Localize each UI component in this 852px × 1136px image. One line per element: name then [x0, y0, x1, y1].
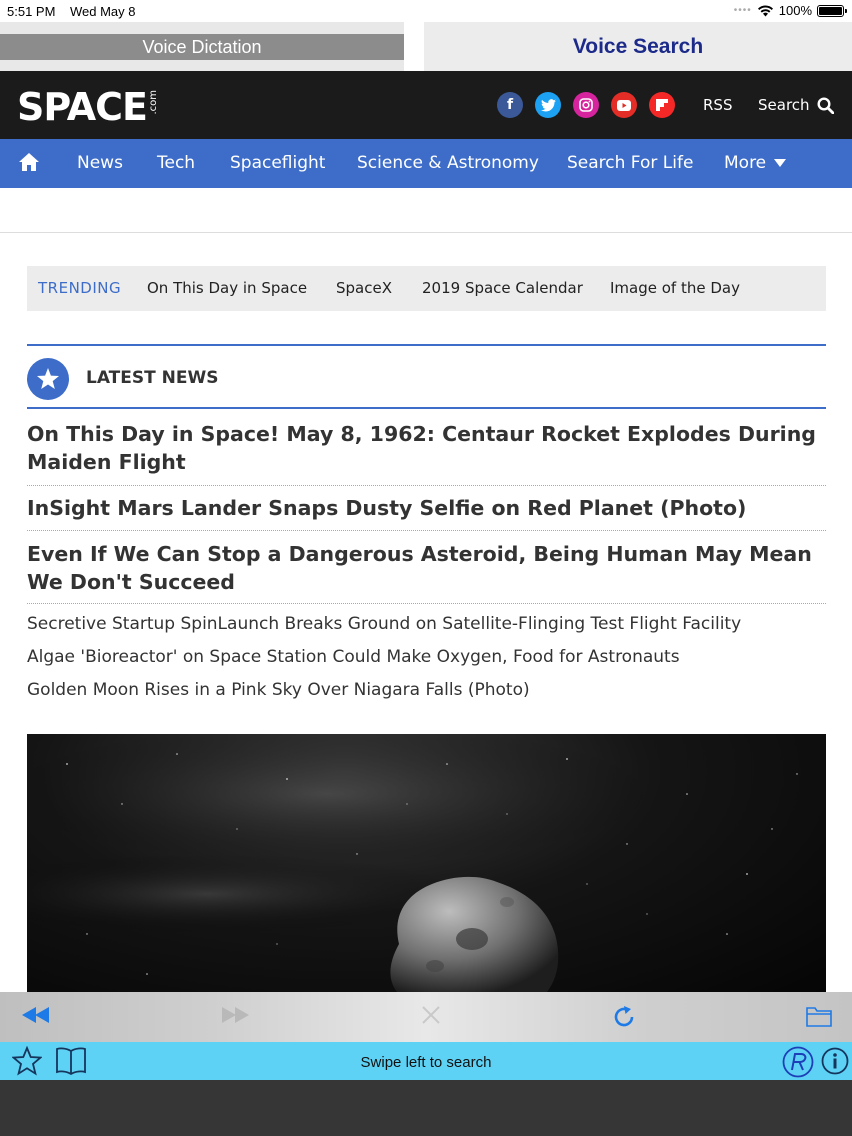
wifi-icon — [757, 5, 773, 17]
voice-tabs: Voice Dictation Voice Search — [0, 22, 852, 71]
battery-icon — [817, 4, 847, 17]
nav-spaceflight[interactable]: Spaceflight — [230, 153, 325, 173]
close-icon[interactable] — [421, 1005, 441, 1025]
social-links: f — [497, 92, 675, 118]
logo-suffix: .com — [148, 90, 159, 115]
swipe-message: Swipe left to search — [360, 1054, 492, 1071]
nav-news[interactable]: News — [77, 153, 123, 173]
home-icon[interactable] — [18, 152, 40, 172]
logo-wordmark: SPACE — [17, 85, 148, 129]
r-logo-icon[interactable] — [782, 1046, 814, 1078]
divider — [27, 530, 826, 531]
browser-toolbar — [0, 992, 852, 1042]
status-bar: 5:51 PM Wed May 8 •••• 100% — [0, 0, 852, 22]
nav-tech[interactable]: Tech — [157, 153, 195, 173]
asteroid-image[interactable] — [27, 734, 826, 992]
trending-link[interactable]: Image of the Day — [610, 279, 740, 297]
twitter-icon[interactable] — [535, 92, 561, 118]
caret-down-icon — [773, 159, 786, 167]
status-date: Wed May 8 — [70, 4, 136, 19]
nav-more[interactable]: More — [724, 153, 786, 173]
swipe-bar: Swipe left to search — [0, 1042, 852, 1080]
signal-dots-icon: •••• — [733, 5, 752, 16]
nav-science-astronomy[interactable]: Science & Astronomy — [357, 153, 539, 173]
info-icon[interactable] — [820, 1046, 850, 1076]
nav-more-label: More — [724, 153, 767, 173]
voice-dictation-tab[interactable]: Voice Dictation — [0, 34, 404, 60]
space-logo[interactable]: SPACE .com — [17, 87, 159, 127]
latest-news-header: LATEST NEWS — [27, 344, 826, 409]
ad-space — [0, 188, 852, 233]
headline-link[interactable]: On This Day in Space! May 8, 1962: Centa… — [27, 420, 826, 476]
status-time: 5:51 PM — [7, 4, 56, 19]
nav-search-for-life[interactable]: Search For Life — [567, 153, 693, 173]
status-right: •••• 100% — [733, 3, 847, 18]
forward-icon[interactable] — [221, 1005, 249, 1025]
star-icon — [27, 358, 69, 400]
rss-link[interactable]: RSS — [703, 96, 732, 114]
reload-icon[interactable] — [612, 1005, 636, 1029]
headline-link[interactable]: Even If We Can Stop a Dangerous Asteroid… — [27, 540, 826, 596]
trending-bar: TRENDING On This Day in Space SpaceX 201… — [27, 266, 826, 311]
divider — [27, 485, 826, 486]
bottom-dark-area — [0, 1080, 852, 1136]
latest-news-title: LATEST NEWS — [86, 368, 219, 388]
voice-search-tab[interactable]: Voice Search — [424, 22, 852, 71]
youtube-icon[interactable] — [611, 92, 637, 118]
header-search-button[interactable]: Search — [758, 96, 834, 114]
facebook-icon[interactable]: f — [497, 92, 523, 118]
header-search-label: Search — [758, 96, 810, 114]
news-link[interactable]: Algae 'Bioreactor' on Space Station Coul… — [27, 647, 680, 667]
voice-tab-divider — [404, 22, 424, 71]
search-icon — [817, 96, 834, 114]
main-nav: News Tech Spaceflight Science & Astronom… — [0, 139, 852, 188]
site-header: SPACE .com f RSS Search — [0, 71, 852, 139]
battery-percent: 100% — [778, 3, 812, 18]
divider — [27, 603, 826, 604]
trending-link[interactable]: 2019 Space Calendar — [422, 279, 583, 297]
back-icon[interactable] — [22, 1005, 50, 1025]
news-link[interactable]: Golden Moon Rises in a Pink Sky Over Nia… — [27, 680, 530, 700]
headline-link[interactable]: InSight Mars Lander Snaps Dusty Selfie o… — [27, 494, 826, 522]
flipboard-icon[interactable] — [649, 92, 675, 118]
news-link[interactable]: Secretive Startup SpinLaunch Breaks Grou… — [27, 614, 741, 634]
trending-link[interactable]: SpaceX — [336, 279, 392, 297]
instagram-icon[interactable] — [573, 92, 599, 118]
trending-link[interactable]: On This Day in Space — [147, 279, 307, 297]
folder-icon[interactable] — [806, 1005, 832, 1027]
trending-label: TRENDING — [38, 279, 122, 297]
